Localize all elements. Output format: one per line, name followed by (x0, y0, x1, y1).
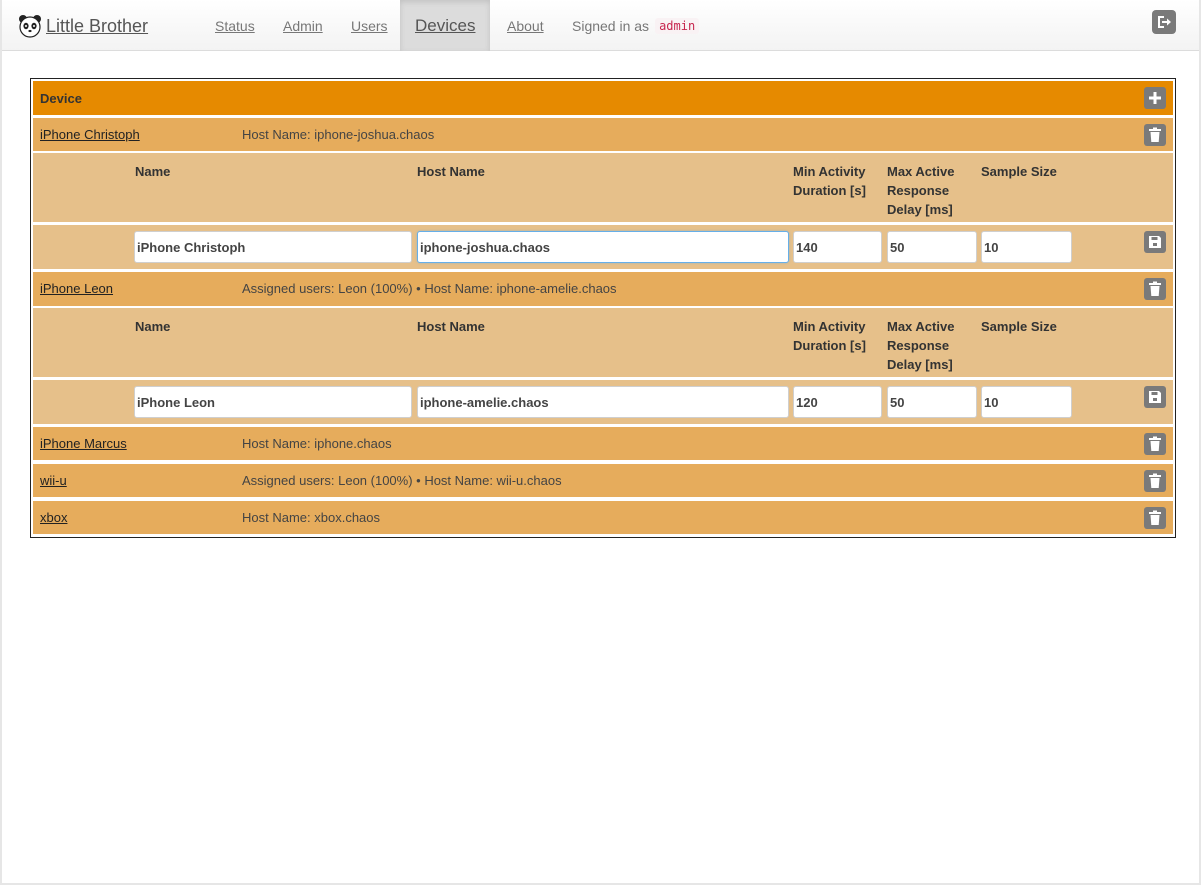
device-edit-row (33, 380, 1173, 424)
col-name-label: Name (135, 164, 171, 179)
device-detail-header: Name Host Name Min Activity Duration [s]… (33, 153, 1173, 222)
nav-admin[interactable]: Admin (283, 0, 323, 51)
device-row: iPhone Marcus Host Name: iphone.chaos (33, 427, 1173, 460)
device-name-input[interactable] (134, 386, 412, 418)
logout-button[interactable] (1152, 10, 1176, 34)
col-host-label: Host Name (417, 164, 485, 179)
signed-in-status: Signed in as admin (572, 0, 700, 51)
device-name-link[interactable]: iPhone Leon (40, 281, 113, 296)
delete-device-button[interactable] (1144, 124, 1166, 146)
logout-icon (1158, 16, 1171, 28)
col-max-delay-label: Max Active Response Delay [ms] (887, 164, 955, 217)
device-info: Host Name: iphone.chaos (242, 436, 392, 451)
device-info: Assigned users: Leon (100%) • Host Name:… (242, 281, 617, 296)
device-info: Host Name: xbox.chaos (242, 510, 381, 525)
sample-size-input[interactable] (981, 231, 1072, 263)
trash-icon (1149, 436, 1161, 451)
save-device-button[interactable] (1144, 386, 1166, 408)
nav-about[interactable]: About (507, 0, 544, 51)
device-detail-header: Name Host Name Min Activity Duration [s]… (33, 308, 1173, 377)
trash-icon (1149, 510, 1161, 525)
brand-link[interactable]: Little Brother (18, 14, 148, 38)
delete-device-button[interactable] (1144, 470, 1166, 492)
col-sample-label: Sample Size (981, 319, 1057, 334)
col-host-label: Host Name (417, 319, 485, 334)
device-name-link[interactable]: wii-u (40, 473, 67, 488)
table-header-row: Device (33, 81, 1173, 115)
signed-in-label: Signed in as (572, 17, 650, 34)
col-min-activity-label: Min Activity Duration [s] (793, 319, 866, 353)
device-row: wii-u Assigned users: Leon (100%) • Host… (33, 464, 1173, 497)
panda-logo-icon (19, 15, 41, 38)
save-device-button[interactable] (1144, 231, 1166, 253)
device-row: iPhone Leon Assigned users: Leon (100%) … (33, 272, 1173, 306)
nav-devices[interactable]: Devices (400, 0, 490, 51)
device-info: Assigned users: Leon (100%) • Host Name:… (242, 473, 562, 488)
device-name-link[interactable]: iPhone Marcus (40, 436, 127, 451)
nav-users[interactable]: Users (351, 0, 388, 51)
device-row: iPhone Christoph Host Name: iphone-joshu… (33, 118, 1173, 151)
device-row: xbox Host Name: xbox.chaos (33, 501, 1173, 534)
signed-in-user: admin (655, 17, 700, 34)
device-info: Host Name: iphone-joshua.chaos (242, 127, 435, 142)
devices-table: Device iPhone Christoph Host Name: iphon… (30, 78, 1176, 538)
delete-device-button[interactable] (1144, 278, 1166, 300)
device-name-link[interactable]: iPhone Christoph (40, 127, 140, 142)
device-host-input[interactable] (417, 386, 789, 418)
delete-device-button[interactable] (1144, 507, 1166, 529)
add-device-button[interactable] (1144, 87, 1166, 109)
col-min-activity-label: Min Activity Duration [s] (793, 164, 866, 198)
trash-icon (1149, 473, 1161, 488)
max-delay-input[interactable] (887, 231, 977, 263)
plus-icon (1149, 92, 1161, 104)
device-edit-row (33, 225, 1173, 269)
nav-status[interactable]: Status (215, 0, 255, 51)
col-sample-label: Sample Size (981, 164, 1057, 179)
col-name-label: Name (135, 319, 171, 334)
navbar: Little Brother Status Admin Users Device… (2, 0, 1199, 51)
sample-size-input[interactable] (981, 386, 1072, 418)
trash-icon (1149, 127, 1161, 142)
brand-title: Little Brother (46, 15, 149, 36)
save-icon (1149, 391, 1161, 403)
col-max-delay-label: Max Active Response Delay [ms] (887, 319, 955, 372)
min-activity-input[interactable] (793, 386, 882, 418)
save-icon (1149, 236, 1161, 248)
min-activity-input[interactable] (793, 231, 882, 263)
table-header-title: Device (40, 91, 82, 106)
device-name-link[interactable]: xbox (40, 510, 67, 525)
trash-icon (1149, 281, 1161, 296)
max-delay-input[interactable] (887, 386, 977, 418)
device-host-input[interactable] (417, 231, 789, 263)
delete-device-button[interactable] (1144, 433, 1166, 455)
device-name-input[interactable] (134, 231, 412, 263)
